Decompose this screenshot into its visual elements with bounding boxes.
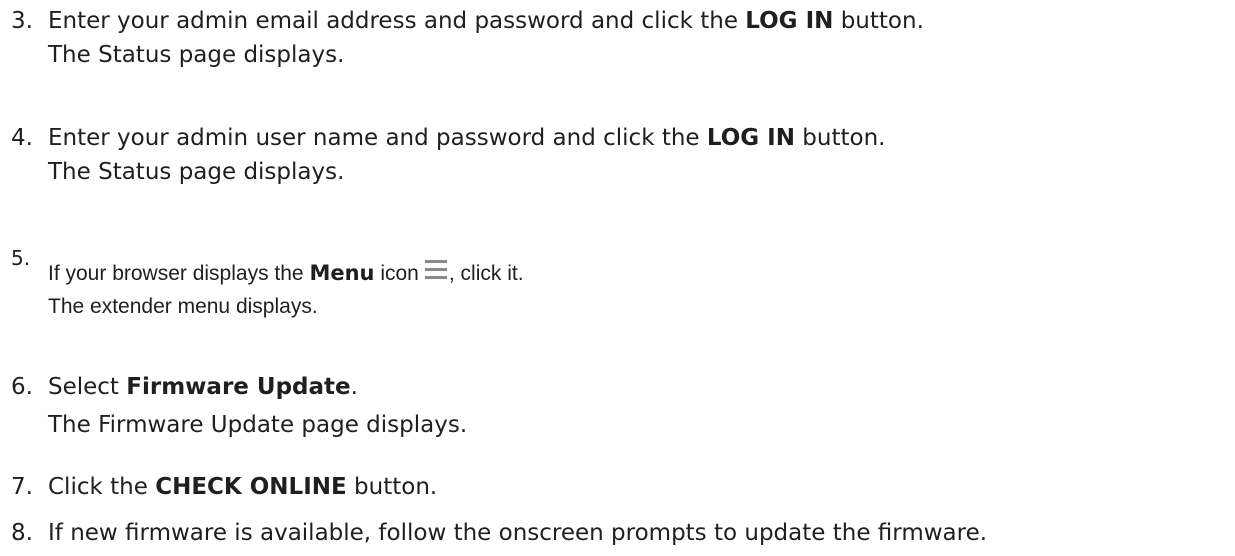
menu-hamburger-icon: [424, 260, 447, 282]
step-emphasis: Firmware Update: [126, 374, 351, 400]
step-text: Enter your admin email address and passw…: [48, 4, 924, 38]
step-emphasis: LOG IN: [745, 8, 834, 34]
step-text: If your browser displays the Menu icon , …: [48, 256, 524, 291]
step-text-part: button.: [833, 8, 924, 34]
step-number: 4.: [11, 125, 33, 151]
step-emphasis: LOG IN: [706, 125, 795, 151]
step-text-part: Enter your admin email address and passw…: [48, 8, 746, 34]
step-number: 6.: [11, 374, 33, 400]
step-number: 3.: [11, 8, 33, 34]
step-number: 7.: [11, 474, 33, 500]
step-emphasis: CHECK ONLINE: [155, 474, 347, 500]
step-text: Enter your admin user name and password …: [48, 121, 885, 155]
step-text-part: If new firmware is available, follow the…: [48, 520, 988, 546]
step-text: Click the CHECK ONLINE button.: [48, 470, 437, 504]
step-emphasis: Menu: [309, 261, 375, 285]
step-text: If new firmware is available, follow the…: [48, 516, 987, 550]
step-text-part: icon: [374, 262, 419, 285]
step-text-part: Click the: [48, 474, 156, 500]
instruction-steps: 3. Enter your admin email address and pa…: [0, 0, 1235, 556]
step-result: The Status page displays.: [48, 42, 345, 68]
step-text: Select Firmware Update.: [48, 370, 358, 404]
step-number: 8.: [11, 520, 33, 546]
step-text-part: Enter your admin user name and password …: [48, 125, 707, 151]
step-result: The extender menu displays.: [48, 295, 318, 318]
step-text-part: button.: [346, 474, 438, 500]
step-text-part: If your browser displays the: [48, 262, 310, 285]
step-text-part: , click it.: [448, 262, 524, 285]
step-result: The Status page displays.: [48, 159, 345, 185]
step-result: The Firmware Update page displays.: [48, 412, 468, 438]
step-text-part: .: [350, 374, 358, 400]
step-text-part: button.: [795, 125, 886, 151]
step-number: 5.: [11, 246, 31, 270]
step-text-part: Select: [48, 374, 127, 400]
